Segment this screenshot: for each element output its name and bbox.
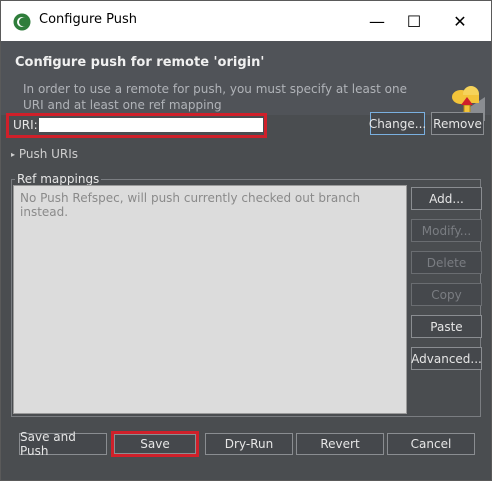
push-uris-expander[interactable]: ▸ Push URIs bbox=[11, 147, 78, 161]
uri-label: URI: bbox=[13, 118, 38, 132]
maximize-button[interactable]: ☐ bbox=[391, 1, 437, 41]
save-and-push-button[interactable]: Save and Push bbox=[19, 430, 107, 458]
ref-mappings-legend: Ref mappings bbox=[15, 172, 102, 186]
paste-button-label: Paste bbox=[430, 319, 463, 334]
delete-button-label: Delete bbox=[426, 255, 467, 270]
modify-button[interactable]: Modify... bbox=[411, 219, 482, 242]
add-button-label: Add... bbox=[429, 191, 464, 206]
add-button[interactable]: Add... bbox=[411, 187, 482, 210]
eclipse-app-icon bbox=[13, 13, 31, 31]
uri-input[interactable] bbox=[39, 118, 263, 132]
revert-button[interactable]: Revert bbox=[296, 433, 384, 455]
remove-button[interactable]: Remove bbox=[431, 112, 484, 135]
ref-mappings-placeholder: No Push Refspec, will push currently che… bbox=[20, 191, 361, 219]
save-button[interactable]: Save bbox=[114, 434, 196, 454]
modify-button-label: Modify... bbox=[421, 223, 472, 238]
cancel-button[interactable]: Cancel bbox=[387, 433, 475, 455]
dry-run-label: Dry-Run bbox=[224, 437, 274, 451]
dialog-header: Configure push for remote 'origin' In or… bbox=[1, 41, 491, 121]
change-button[interactable]: Change... bbox=[368, 112, 427, 135]
configure-push-dialog: Configure Push — ☐ ✕ Configure push for … bbox=[0, 0, 492, 481]
cancel-label: Cancel bbox=[410, 437, 452, 451]
advanced-button-label: Advanced... bbox=[411, 351, 482, 366]
close-button[interactable]: ✕ bbox=[437, 1, 483, 41]
revert-label: Revert bbox=[320, 437, 360, 451]
save-and-push-label: Save and Push bbox=[20, 430, 76, 458]
copy-button[interactable]: Copy bbox=[411, 283, 482, 306]
ref-mappings-list[interactable]: No Push Refspec, will push currently che… bbox=[13, 185, 407, 414]
advanced-button[interactable]: Advanced... bbox=[411, 347, 482, 370]
copy-button-label: Copy bbox=[431, 287, 462, 302]
push-uris-label: Push URIs bbox=[18, 147, 79, 161]
change-button-label: Change... bbox=[368, 116, 427, 131]
paste-button[interactable]: Paste bbox=[411, 315, 482, 338]
remove-button-label: Remove bbox=[433, 116, 482, 131]
title-bar: Configure Push — ☐ ✕ bbox=[1, 1, 491, 41]
dialog-heading: Configure push for remote 'origin' bbox=[15, 55, 265, 70]
chevron-right-icon: ▸ bbox=[11, 150, 16, 159]
dry-run-button[interactable]: Dry-Run bbox=[205, 433, 293, 455]
dialog-description: In order to use a remote for push, you m… bbox=[23, 82, 407, 112]
save-button-label: Save bbox=[140, 437, 170, 451]
close-icon: ✕ bbox=[453, 11, 467, 31]
minimize-icon: — bbox=[369, 11, 385, 31]
delete-button[interactable]: Delete bbox=[411, 251, 482, 274]
window-title: Configure Push bbox=[39, 12, 138, 27]
maximize-icon: ☐ bbox=[406, 11, 422, 31]
